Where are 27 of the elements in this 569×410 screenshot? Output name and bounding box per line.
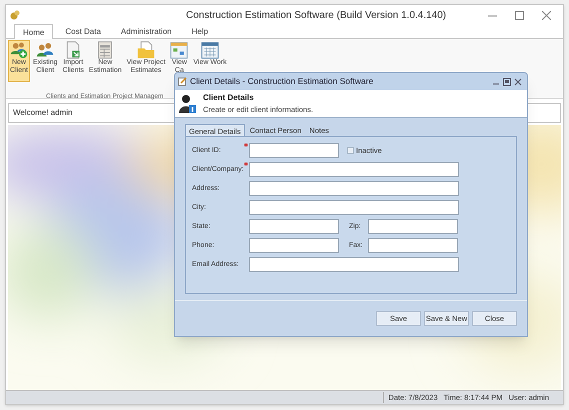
text-field[interactable] [249,181,459,196]
app-icon [10,10,20,20]
ribbon-tab[interactable]: Administration [112,24,180,38]
ribbon-tab[interactable]: Cost Data [57,24,109,38]
header-title: Client Details [203,92,255,104]
person-info-icon [179,94,197,114]
close-icon[interactable] [542,10,551,20]
text-field[interactable] [249,257,459,272]
ribbon-tab[interactable]: Home [14,24,54,39]
window-title: Construction Estimation Software (Build Version 1.0.4.140) [186,8,446,22]
text-field[interactable] [249,219,339,234]
text-field[interactable] [368,219,458,234]
close-icon[interactable] [514,78,522,86]
text-field[interactable] [368,238,458,253]
text-field[interactable] [249,200,459,215]
form-document-icon [96,41,114,59]
text-field[interactable] [249,143,339,158]
welcome-text: Welcome! admin [13,107,72,119]
text-field[interactable] [249,162,459,177]
users-add-icon [10,41,28,59]
ribbon-tab[interactable]: Help [184,24,216,38]
text-field[interactable] [249,238,339,253]
maximize-icon[interactable] [515,10,524,20]
edit-document-icon [178,77,187,86]
users-icon [36,41,54,59]
maximize-icon[interactable] [503,78,511,86]
dialog-title: Client Details - Construction Estimation Software [190,75,374,88]
